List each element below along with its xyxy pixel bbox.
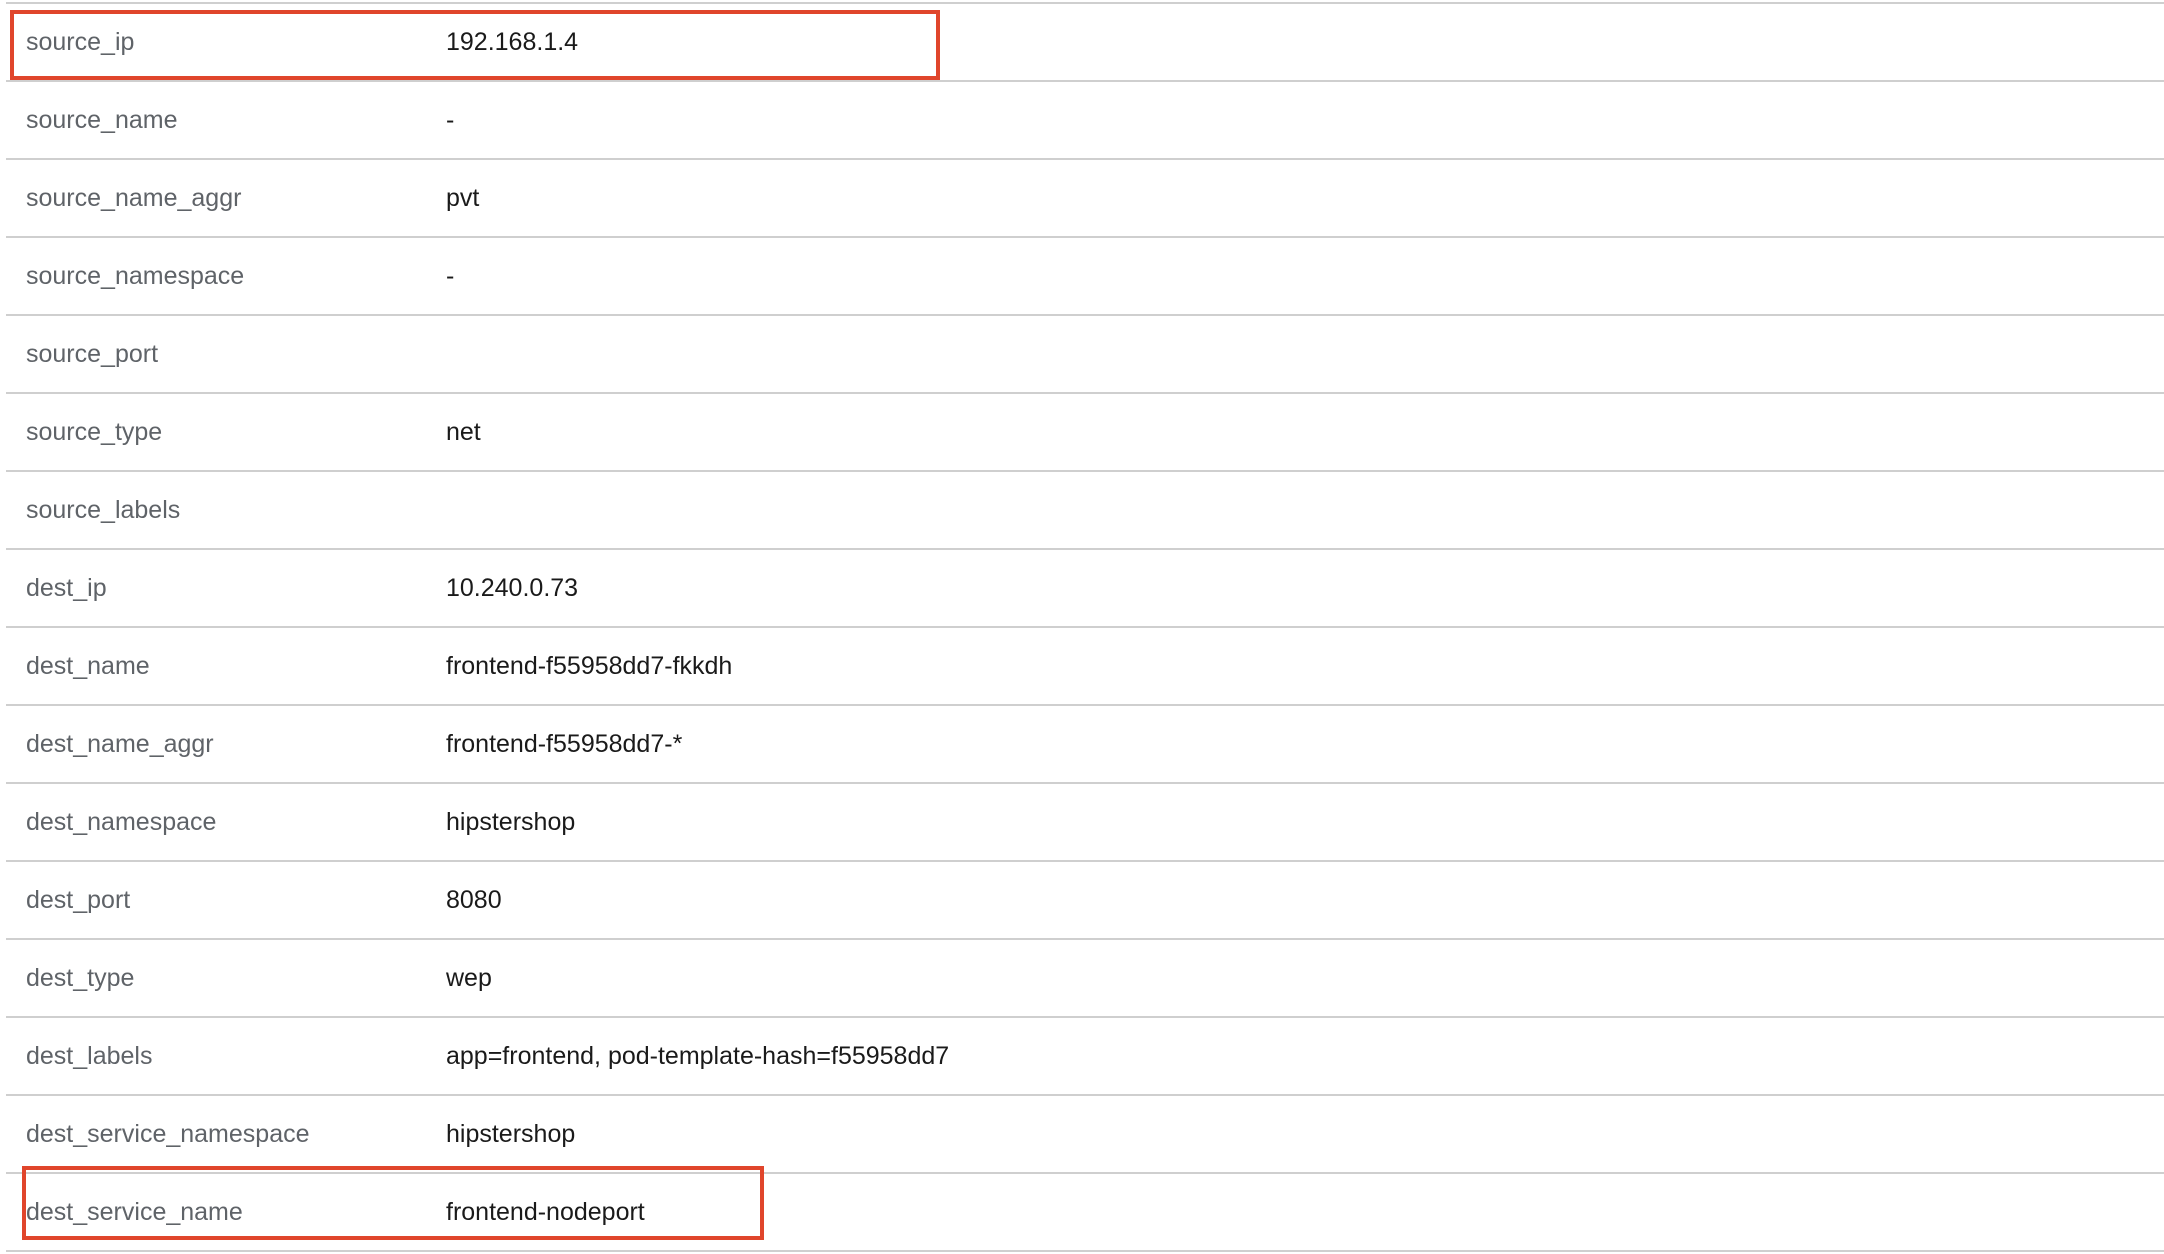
field-key: dest_type <box>26 964 135 992</box>
field-value: 8080 <box>446 886 502 914</box>
table-row-dest-service-namespace: dest_service_namespace hipstershop <box>6 1096 2164 1174</box>
field-value: 192.168.1.4 <box>446 28 579 56</box>
flow-details-table: source_ip 192.168.1.4 source_name - sour… <box>6 2 2164 1252</box>
table-row-dest-name: dest_name frontend-f55958dd7-fkkdh <box>6 628 2164 706</box>
field-value: app=frontend, pod-template-hash=f55958dd… <box>446 1042 950 1070</box>
table-row-source-type: source_type net <box>6 394 2164 472</box>
table-row-source-ip: source_ip 192.168.1.4 <box>6 4 2164 82</box>
table-row-source-name: source_name - <box>6 82 2164 160</box>
field-value: wep <box>446 964 492 992</box>
field-value: frontend-nodeport <box>446 1198 645 1226</box>
table-row-dest-name-aggr: dest_name_aggr frontend-f55958dd7-* <box>6 706 2164 784</box>
field-value: hipstershop <box>446 1120 576 1148</box>
table-row-dest-service-name: dest_service_name frontend-nodeport <box>6 1174 2164 1252</box>
table-row-source-labels: source_labels <box>6 472 2164 550</box>
field-key: source_namespace <box>26 262 245 290</box>
field-value: net <box>446 418 481 446</box>
field-key: source_type <box>26 418 163 446</box>
field-key: source_labels <box>26 496 181 524</box>
field-key: dest_ip <box>26 574 107 602</box>
field-key: dest_labels <box>26 1042 153 1070</box>
field-value: - <box>446 106 455 134</box>
field-key: source_name_aggr <box>26 184 242 212</box>
field-value: frontend-f55958dd7-fkkdh <box>446 652 733 680</box>
field-value: 10.240.0.73 <box>446 574 579 602</box>
field-key: source_port <box>26 340 159 368</box>
table-row-dest-port: dest_port 8080 <box>6 862 2164 940</box>
field-key: dest_name <box>26 652 150 680</box>
field-key: source_ip <box>26 28 135 56</box>
table-row-dest-labels: dest_labels app=frontend, pod-template-h… <box>6 1018 2164 1096</box>
field-key: source_name <box>26 106 178 134</box>
table-row-source-port: source_port <box>6 316 2164 394</box>
table-row-dest-ip: dest_ip 10.240.0.73 <box>6 550 2164 628</box>
table-row-source-name-aggr: source_name_aggr pvt <box>6 160 2164 238</box>
table-row-dest-type: dest_type wep <box>6 940 2164 1018</box>
field-value: pvt <box>446 184 480 212</box>
table-row-source-namespace: source_namespace - <box>6 238 2164 316</box>
field-key: dest_port <box>26 886 131 914</box>
field-value: frontend-f55958dd7-* <box>446 730 683 758</box>
table-row-dest-namespace: dest_namespace hipstershop <box>6 784 2164 862</box>
field-value: - <box>446 262 455 290</box>
field-value: hipstershop <box>446 808 576 836</box>
field-key: dest_namespace <box>26 808 217 836</box>
field-key: dest_service_name <box>26 1198 243 1226</box>
field-key: dest_service_namespace <box>26 1120 310 1148</box>
field-key: dest_name_aggr <box>26 730 214 758</box>
